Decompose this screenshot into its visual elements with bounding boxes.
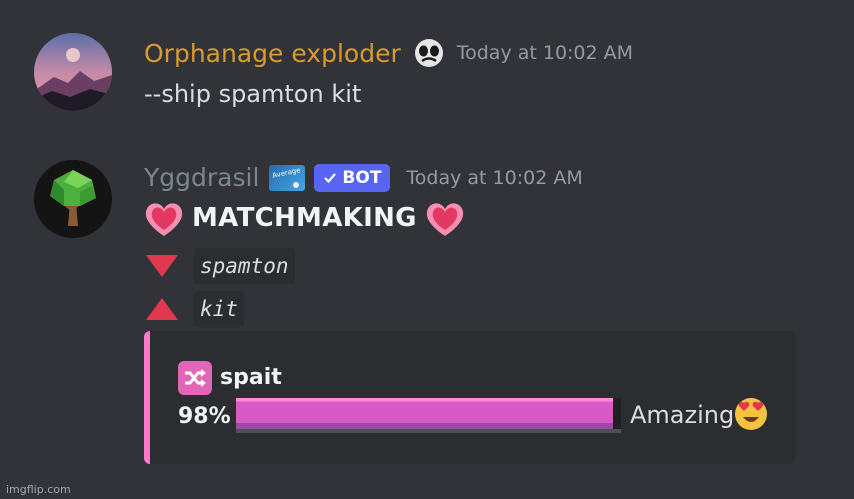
ship-name-down-row: spamton bbox=[146, 248, 295, 284]
user-avatar[interactable] bbox=[34, 33, 112, 111]
message-timestamp[interactable]: Today at 10:02 AM bbox=[406, 167, 582, 189]
matchmaking-heading: MATCHMAKING bbox=[142, 198, 467, 238]
bot-tag: BOT bbox=[314, 163, 391, 192]
sparkling-heart-icon bbox=[145, 203, 183, 236]
ship-name-up-row: kit bbox=[146, 291, 244, 327]
match-verdict: Amazing bbox=[630, 401, 735, 429]
tree-avatar-image bbox=[34, 160, 112, 238]
message-header: Yggdrasil Average BOT Today at 10:02 AM bbox=[144, 163, 583, 192]
match-percentage: 98% bbox=[178, 404, 231, 429]
message-timestamp[interactable]: Today at 10:02 AM bbox=[457, 42, 633, 64]
mountain-sunset-avatar-image bbox=[34, 33, 112, 111]
bot-avatar[interactable] bbox=[34, 160, 112, 238]
sparkling-heart-icon bbox=[426, 203, 463, 236]
ship-result-embed: spait 98% Amazing bbox=[144, 331, 796, 464]
match-progress-fill bbox=[236, 398, 614, 429]
message-content: --ship spamton kit bbox=[144, 80, 362, 108]
red-up-triangle-icon bbox=[146, 298, 178, 320]
imgflip-watermark: imgflip.com bbox=[6, 483, 71, 496]
heart-eyes-icon bbox=[735, 398, 767, 430]
skull-mask-icon bbox=[413, 37, 445, 69]
ship-name-up: kit bbox=[194, 291, 244, 327]
username[interactable]: Yggdrasil bbox=[144, 163, 259, 192]
matchmaking-title: MATCHMAKING bbox=[192, 203, 417, 233]
username[interactable]: Orphanage exploder bbox=[144, 39, 401, 68]
message-header: Orphanage exploder Today at 10:02 AM bbox=[144, 37, 633, 69]
shuffle-icon bbox=[178, 361, 212, 395]
bot-tag-label: BOT bbox=[342, 167, 382, 188]
red-down-triangle-icon bbox=[146, 255, 178, 277]
embed-title: spait bbox=[220, 365, 282, 390]
checkmark-icon bbox=[324, 172, 337, 183]
average-role-icon: Average bbox=[269, 164, 306, 191]
role-badge-text: Average bbox=[271, 165, 302, 180]
match-progress-bar bbox=[236, 398, 621, 433]
ship-name-down: spamton bbox=[194, 248, 295, 284]
